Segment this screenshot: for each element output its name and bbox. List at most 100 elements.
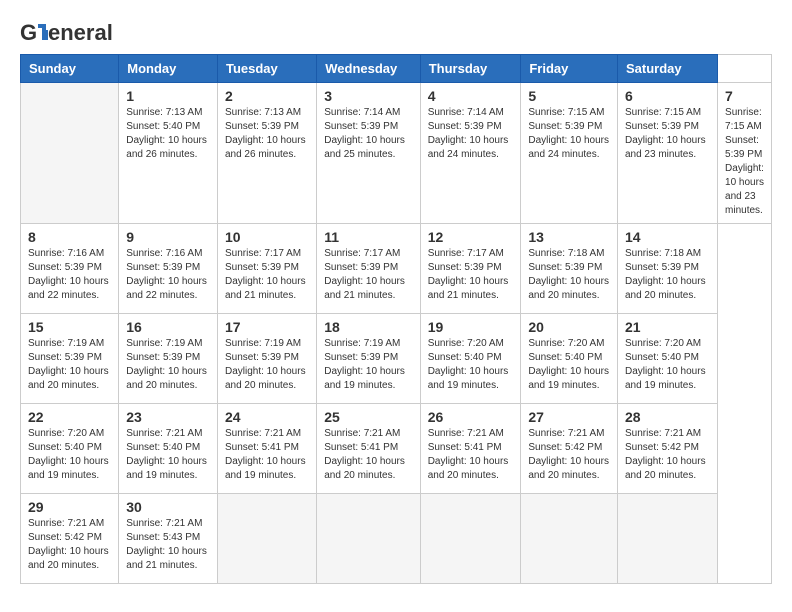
day-number: 7: [725, 88, 764, 104]
calendar-cell-day-14: 14 Sunrise: 7:18 AMSunset: 5:39 PMDaylig…: [617, 224, 717, 314]
day-number: 21: [625, 319, 710, 335]
calendar-cell-day-3: 3 Sunrise: 7:14 AMSunset: 5:39 PMDayligh…: [317, 83, 420, 224]
logo: G eneral: [20, 20, 113, 44]
day-info: Sunrise: 7:17 AMSunset: 5:39 PMDaylight:…: [225, 247, 309, 303]
day-number: 1: [126, 88, 210, 104]
day-number: 20: [528, 319, 610, 335]
day-info: Sunrise: 7:14 AMSunset: 5:39 PMDaylight:…: [324, 106, 412, 162]
calendar-cell-day-28: 28 Sunrise: 7:21 AMSunset: 5:42 PMDaylig…: [617, 404, 717, 494]
calendar-cell-empty: [617, 494, 717, 584]
day-info: Sunrise: 7:16 AMSunset: 5:39 PMDaylight:…: [126, 247, 210, 303]
day-info: Sunrise: 7:18 AMSunset: 5:39 PMDaylight:…: [528, 247, 610, 303]
day-info: Sunrise: 7:15 AMSunset: 5:39 PMDaylight:…: [625, 106, 710, 162]
calendar-cell-day-13: 13 Sunrise: 7:18 AMSunset: 5:39 PMDaylig…: [521, 224, 618, 314]
day-info: Sunrise: 7:15 AMSunset: 5:39 PMDaylight:…: [725, 106, 764, 218]
page-header: G eneral: [20, 20, 772, 44]
day-info: Sunrise: 7:20 AMSunset: 5:40 PMDaylight:…: [528, 337, 610, 393]
calendar-week-1: 1 Sunrise: 7:13 AMSunset: 5:40 PMDayligh…: [21, 83, 772, 224]
day-number: 27: [528, 409, 610, 425]
calendar-cell-day-23: 23 Sunrise: 7:21 AMSunset: 5:40 PMDaylig…: [119, 404, 218, 494]
weekday-header-friday: Friday: [521, 55, 618, 83]
weekday-header-thursday: Thursday: [420, 55, 521, 83]
day-info: Sunrise: 7:21 AMSunset: 5:43 PMDaylight:…: [126, 517, 210, 573]
day-info: Sunrise: 7:13 AMSunset: 5:40 PMDaylight:…: [126, 106, 210, 162]
calendar-cell-day-4: 4 Sunrise: 7:14 AMSunset: 5:39 PMDayligh…: [420, 83, 521, 224]
day-number: 2: [225, 88, 309, 104]
calendar-cell-day-20: 20 Sunrise: 7:20 AMSunset: 5:40 PMDaylig…: [521, 314, 618, 404]
calendar-cell-day-27: 27 Sunrise: 7:21 AMSunset: 5:42 PMDaylig…: [521, 404, 618, 494]
calendar-cell-day-8: 8 Sunrise: 7:16 AMSunset: 5:39 PMDayligh…: [21, 224, 119, 314]
calendar-cell-day-29: 29 Sunrise: 7:21 AMSunset: 5:42 PMDaylig…: [21, 494, 119, 584]
day-number: 29: [28, 499, 111, 515]
calendar-week-5: 29 Sunrise: 7:21 AMSunset: 5:42 PMDaylig…: [21, 494, 772, 584]
day-number: 28: [625, 409, 710, 425]
weekday-header-tuesday: Tuesday: [217, 55, 316, 83]
day-number: 8: [28, 229, 111, 245]
day-info: Sunrise: 7:19 AMSunset: 5:39 PMDaylight:…: [126, 337, 210, 393]
calendar-week-4: 22 Sunrise: 7:20 AMSunset: 5:40 PMDaylig…: [21, 404, 772, 494]
day-number: 10: [225, 229, 309, 245]
day-info: Sunrise: 7:20 AMSunset: 5:40 PMDaylight:…: [428, 337, 514, 393]
calendar-cell-empty: [521, 494, 618, 584]
day-number: 3: [324, 88, 412, 104]
day-info: Sunrise: 7:17 AMSunset: 5:39 PMDaylight:…: [324, 247, 412, 303]
day-info: Sunrise: 7:17 AMSunset: 5:39 PMDaylight:…: [428, 247, 514, 303]
calendar-cell-day-30: 30 Sunrise: 7:21 AMSunset: 5:43 PMDaylig…: [119, 494, 218, 584]
calendar-table: SundayMondayTuesdayWednesdayThursdayFrid…: [20, 54, 772, 584]
day-number: 14: [625, 229, 710, 245]
calendar-cell-day-5: 5 Sunrise: 7:15 AMSunset: 5:39 PMDayligh…: [521, 83, 618, 224]
day-info: Sunrise: 7:16 AMSunset: 5:39 PMDaylight:…: [28, 247, 111, 303]
logo-icon: G: [20, 20, 48, 46]
day-number: 19: [428, 319, 514, 335]
day-info: Sunrise: 7:19 AMSunset: 5:39 PMDaylight:…: [225, 337, 309, 393]
day-info: Sunrise: 7:20 AMSunset: 5:40 PMDaylight:…: [28, 427, 111, 483]
weekday-header-wednesday: Wednesday: [317, 55, 420, 83]
day-info: Sunrise: 7:18 AMSunset: 5:39 PMDaylight:…: [625, 247, 710, 303]
calendar-cell-day-2: 2 Sunrise: 7:13 AMSunset: 5:39 PMDayligh…: [217, 83, 316, 224]
day-info: Sunrise: 7:21 AMSunset: 5:42 PMDaylight:…: [528, 427, 610, 483]
calendar-cell-day-26: 26 Sunrise: 7:21 AMSunset: 5:41 PMDaylig…: [420, 404, 521, 494]
calendar-cell-empty: [317, 494, 420, 584]
calendar-cell-day-12: 12 Sunrise: 7:17 AMSunset: 5:39 PMDaylig…: [420, 224, 521, 314]
calendar-cell-day-22: 22 Sunrise: 7:20 AMSunset: 5:40 PMDaylig…: [21, 404, 119, 494]
day-number: 15: [28, 319, 111, 335]
day-number: 26: [428, 409, 514, 425]
logo-general: eneral: [48, 20, 113, 46]
calendar-cell-day-25: 25 Sunrise: 7:21 AMSunset: 5:41 PMDaylig…: [317, 404, 420, 494]
day-info: Sunrise: 7:19 AMSunset: 5:39 PMDaylight:…: [324, 337, 412, 393]
day-number: 17: [225, 319, 309, 335]
day-info: Sunrise: 7:20 AMSunset: 5:40 PMDaylight:…: [625, 337, 710, 393]
day-number: 12: [428, 229, 514, 245]
calendar-week-2: 8 Sunrise: 7:16 AMSunset: 5:39 PMDayligh…: [21, 224, 772, 314]
calendar-cell-day-18: 18 Sunrise: 7:19 AMSunset: 5:39 PMDaylig…: [317, 314, 420, 404]
day-info: Sunrise: 7:13 AMSunset: 5:39 PMDaylight:…: [225, 106, 309, 162]
day-number: 16: [126, 319, 210, 335]
calendar-cell-day-19: 19 Sunrise: 7:20 AMSunset: 5:40 PMDaylig…: [420, 314, 521, 404]
day-info: Sunrise: 7:21 AMSunset: 5:41 PMDaylight:…: [428, 427, 514, 483]
day-info: Sunrise: 7:14 AMSunset: 5:39 PMDaylight:…: [428, 106, 514, 162]
day-number: 5: [528, 88, 610, 104]
calendar-cell-day-10: 10 Sunrise: 7:17 AMSunset: 5:39 PMDaylig…: [217, 224, 316, 314]
day-info: Sunrise: 7:21 AMSunset: 5:42 PMDaylight:…: [625, 427, 710, 483]
calendar-cell-day-17: 17 Sunrise: 7:19 AMSunset: 5:39 PMDaylig…: [217, 314, 316, 404]
calendar-week-3: 15 Sunrise: 7:19 AMSunset: 5:39 PMDaylig…: [21, 314, 772, 404]
calendar-cell-empty: [217, 494, 316, 584]
calendar-cell-day-1: 1 Sunrise: 7:13 AMSunset: 5:40 PMDayligh…: [119, 83, 218, 224]
day-info: Sunrise: 7:19 AMSunset: 5:39 PMDaylight:…: [28, 337, 111, 393]
calendar-cell-day-21: 21 Sunrise: 7:20 AMSunset: 5:40 PMDaylig…: [617, 314, 717, 404]
calendar-cell-empty: [420, 494, 521, 584]
calendar-cell-day-7: 7 Sunrise: 7:15 AMSunset: 5:39 PMDayligh…: [718, 83, 772, 224]
weekday-header-row: SundayMondayTuesdayWednesdayThursdayFrid…: [21, 55, 772, 83]
weekday-header-saturday: Saturday: [617, 55, 717, 83]
calendar-cell-empty: [21, 83, 119, 224]
day-number: 13: [528, 229, 610, 245]
day-number: 22: [28, 409, 111, 425]
day-number: 24: [225, 409, 309, 425]
weekday-header-sunday: Sunday: [21, 55, 119, 83]
day-number: 23: [126, 409, 210, 425]
day-number: 4: [428, 88, 514, 104]
calendar-cell-day-9: 9 Sunrise: 7:16 AMSunset: 5:39 PMDayligh…: [119, 224, 218, 314]
day-number: 30: [126, 499, 210, 515]
day-info: Sunrise: 7:15 AMSunset: 5:39 PMDaylight:…: [528, 106, 610, 162]
day-number: 18: [324, 319, 412, 335]
